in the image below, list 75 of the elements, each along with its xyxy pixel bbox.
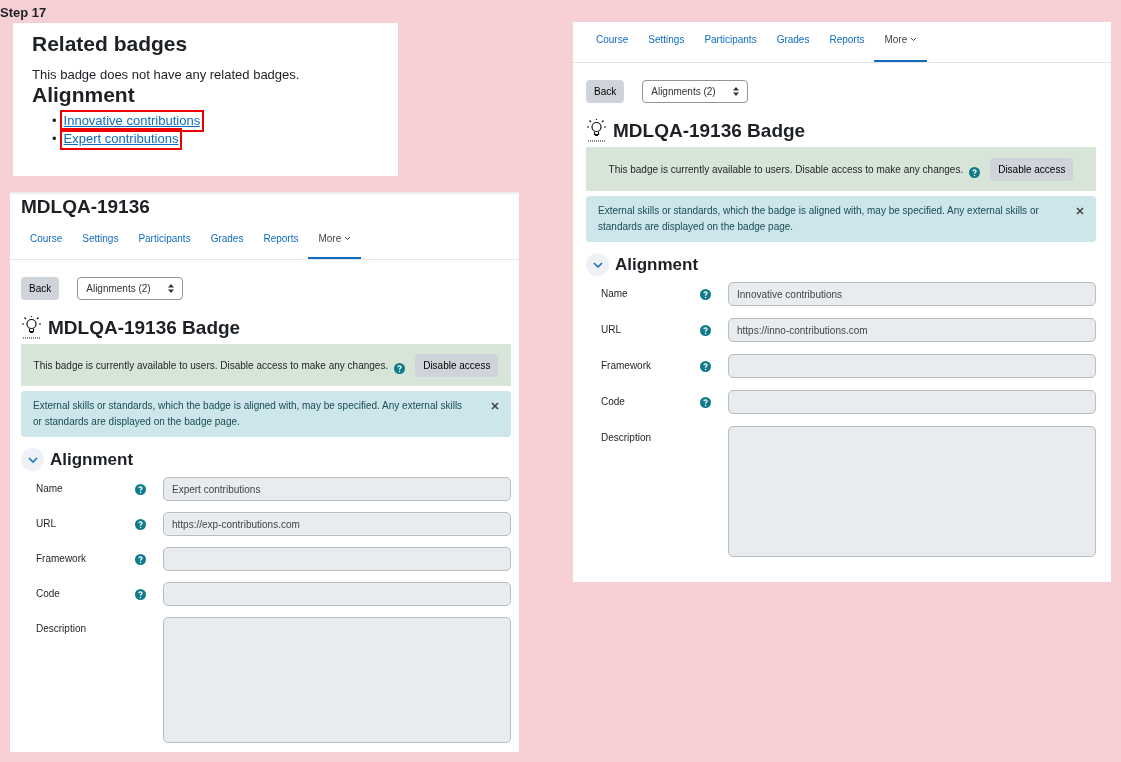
field-label: URL bbox=[36, 517, 57, 531]
field-label: Description bbox=[36, 622, 88, 636]
help-icon[interactable] bbox=[700, 361, 711, 372]
input-field[interactable] bbox=[163, 547, 511, 571]
info-message: External skills or standards, which the badge is aligned with, may be specified. Any external skills or standards are displayed on the badge page. bbox=[598, 204, 1040, 234]
nav-tab[interactable]: Settings bbox=[638, 22, 695, 62]
collapse-toggle[interactable] bbox=[21, 448, 44, 471]
nav-tab[interactable]: More bbox=[308, 220, 362, 259]
nav-tab[interactable]: Course bbox=[586, 22, 639, 62]
help-icon[interactable] bbox=[700, 397, 711, 408]
nav-tab[interactable]: Grades bbox=[766, 22, 820, 62]
input-field[interactable]: https://inno-contributions.com bbox=[728, 318, 1096, 342]
alignments-select[interactable]: Alignments (2) bbox=[642, 80, 749, 103]
bullet: • bbox=[52, 112, 57, 130]
input-field[interactable] bbox=[728, 354, 1096, 378]
help-icon[interactable] bbox=[135, 484, 146, 495]
nav-tab[interactable]: Grades bbox=[200, 220, 254, 259]
field-label: Code bbox=[601, 395, 626, 409]
close-icon[interactable] bbox=[491, 402, 499, 410]
chevron-icon bbox=[592, 261, 603, 268]
info-message: External skills or standards, which the badge is aligned with, may be specified. Any external skills or standards are displayed on the badge page. bbox=[33, 399, 464, 429]
field-label: Description bbox=[601, 431, 653, 445]
sort-arrows-icon bbox=[733, 87, 740, 96]
nav-tab[interactable]: More bbox=[874, 22, 928, 62]
close-icon[interactable] bbox=[1076, 207, 1084, 215]
input-field[interactable]: Expert contributions bbox=[163, 477, 511, 501]
related-badges-text: This badge does not have any related badges. bbox=[32, 67, 301, 82]
help-icon[interactable] bbox=[700, 325, 711, 336]
field-label: URL bbox=[601, 323, 622, 337]
course-title: MDLQA-19136 bbox=[21, 196, 151, 219]
lightbulb-icon bbox=[586, 119, 607, 143]
badge-title: MDLQA-19136 Badge bbox=[613, 120, 806, 142]
back-button[interactable]: Back bbox=[21, 277, 60, 300]
input-field[interactable]: https://exp-contributions.com bbox=[163, 512, 511, 536]
help-icon[interactable] bbox=[135, 554, 146, 565]
caret-icon bbox=[910, 37, 918, 42]
help-icon[interactable] bbox=[700, 289, 711, 300]
input-field[interactable] bbox=[728, 390, 1096, 414]
field-label: Code bbox=[36, 587, 61, 601]
field-label: Name bbox=[601, 287, 629, 301]
input-field[interactable]: Innovative contributions bbox=[728, 282, 1096, 306]
field-label: Name bbox=[36, 482, 64, 496]
help-icon[interactable] bbox=[135, 519, 146, 530]
nav-tab[interactable]: Participants bbox=[694, 22, 767, 62]
section-heading: Alignment bbox=[50, 449, 134, 470]
nav-tab[interactable]: Reports bbox=[253, 220, 309, 259]
field-label: Framework bbox=[36, 552, 87, 566]
related-badges-heading: Related badges bbox=[32, 31, 189, 57]
section-heading: Alignment bbox=[615, 254, 699, 275]
nav-tab[interactable]: Course bbox=[20, 220, 73, 259]
nav-tab[interactable]: Reports bbox=[819, 22, 875, 62]
disable-access-button[interactable]: Disable access bbox=[990, 157, 1074, 181]
help-icon[interactable] bbox=[135, 589, 146, 600]
alignments-select[interactable]: Alignments (2) bbox=[77, 277, 184, 300]
chevron-icon bbox=[27, 456, 38, 463]
lightbulb-icon bbox=[21, 316, 42, 340]
alignment-heading: Alignment bbox=[32, 82, 136, 108]
badge-title: MDLQA-19136 Badge bbox=[48, 317, 241, 339]
nav-tab[interactable]: Participants bbox=[128, 220, 201, 259]
back-button[interactable]: Back bbox=[586, 80, 625, 103]
help-icon[interactable] bbox=[394, 363, 406, 374]
field-label: Framework bbox=[601, 359, 652, 373]
status-message: This badge is currently available to users. Disable access to make any changes. bbox=[608, 163, 964, 175]
help-icon[interactable] bbox=[969, 167, 981, 178]
bullet: • bbox=[52, 130, 57, 148]
caret-icon bbox=[344, 236, 352, 241]
input-field[interactable] bbox=[163, 582, 511, 606]
alignment-link[interactable]: Expert contributions bbox=[61, 130, 181, 148]
sort-arrows-icon bbox=[168, 284, 175, 293]
step-label: Step 17 bbox=[0, 5, 47, 20]
collapse-toggle[interactable] bbox=[586, 253, 609, 276]
alignment-link[interactable]: Innovative contributions bbox=[61, 112, 203, 130]
nav-tab[interactable]: Settings bbox=[72, 220, 129, 259]
status-message: This badge is currently available to users. Disable access to make any changes. bbox=[33, 359, 389, 371]
disable-access-button[interactable]: Disable access bbox=[415, 353, 499, 377]
